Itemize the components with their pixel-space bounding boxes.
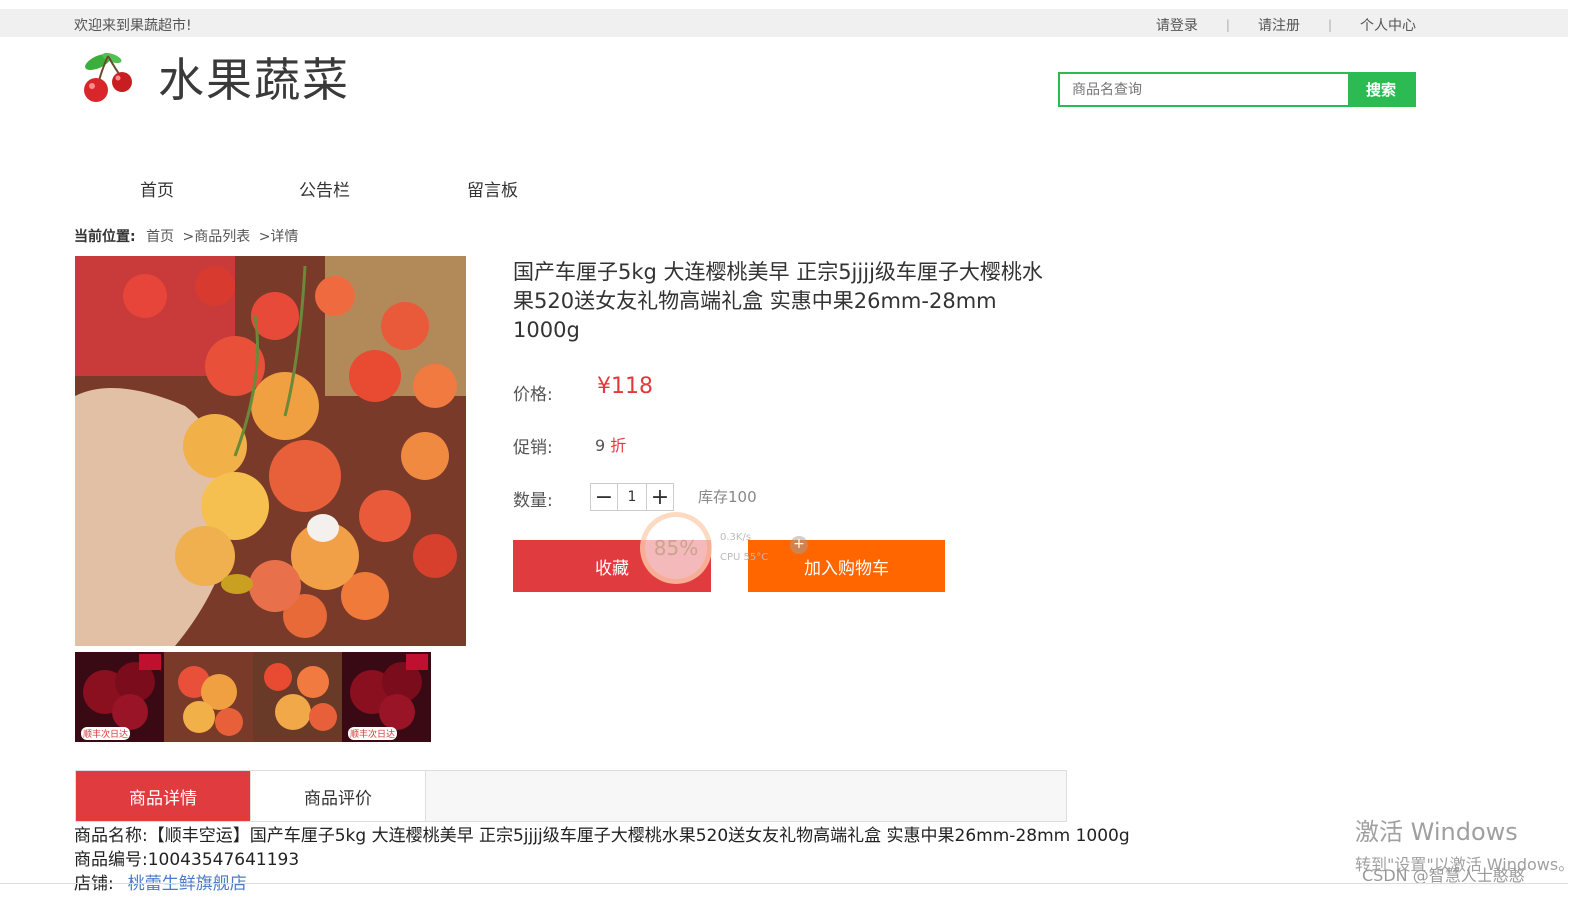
cpu-percent: 85%	[640, 512, 712, 584]
delivery-tag: 顺丰次日达	[81, 727, 131, 740]
separator: |	[1225, 18, 1230, 32]
detail-shop-link[interactable]: 桃蕾生鲜旗舰店	[128, 874, 247, 894]
login-link[interactable]: 请登录	[1156, 15, 1198, 35]
divider	[0, 883, 1568, 884]
promo-value: 9 折	[595, 432, 626, 456]
product-title: 国产车厘子5kg 大连樱桃美早 正宗5jjjj级车厘子大樱桃水果520送女友礼物…	[513, 260, 1043, 342]
cpu-temp: CPU 55°C	[720, 552, 769, 563]
price-label: 价格:	[513, 385, 553, 405]
thumbnail[interactable]: 顺丰次日达	[342, 652, 431, 742]
detail-name-value: 【顺丰空运】国产车厘子5kg 大连樱桃美早 正宗5jjjj级车厘子大樱桃水果52…	[147, 826, 1130, 846]
detail-code-value: 10043547641193	[147, 850, 300, 870]
search-bar: 搜索	[1058, 72, 1416, 107]
promo-unit: 折	[610, 436, 627, 455]
nav-item-guestbook[interactable]: 留言板	[467, 176, 518, 201]
quantity-label: 数量:	[513, 491, 553, 511]
promo-label: 促销:	[513, 438, 553, 458]
cherry-thumb-icon	[253, 652, 342, 742]
nav-item-notice[interactable]: 公告栏	[299, 176, 350, 201]
detail-shop-row: 店铺: 桃蕾生鲜旗舰店	[74, 872, 1130, 896]
cpu-monitor-widget[interactable]: 85% 0.3K/s CPU 55°C +	[640, 512, 820, 584]
breadcrumb-current: >详情	[258, 229, 299, 245]
search-input[interactable]	[1060, 74, 1348, 105]
cherry-logo-icon	[84, 52, 132, 102]
welcome-text: 欢迎来到果蔬超市!	[74, 18, 192, 34]
detail-code-label: 商品编号:	[74, 850, 148, 870]
qty-value[interactable]: 1	[618, 483, 646, 511]
register-link[interactable]: 请注册	[1258, 15, 1300, 35]
thumbnail[interactable]	[253, 652, 342, 742]
breadcrumb: 当前位置: 首页 >商品列表 >详情	[74, 226, 298, 246]
qty-minus-button[interactable]: −	[590, 483, 618, 511]
detail-code-row: 商品编号:10043547641193	[74, 848, 1130, 872]
price-value: ¥118	[597, 374, 653, 399]
personal-center-link[interactable]: 个人中心	[1360, 15, 1416, 35]
cherry-thumb-icon	[164, 652, 253, 742]
separator: |	[1327, 18, 1332, 32]
thumbnail[interactable]	[164, 652, 253, 742]
detail-name-row: 商品名称:【顺丰空运】国产车厘子5kg 大连樱桃美早 正宗5jjjj级车厘子大樱…	[74, 824, 1130, 848]
tab-product-detail[interactable]: 商品详情	[76, 771, 251, 821]
quantity-stepper: − 1 +	[590, 483, 674, 511]
search-button[interactable]: 搜索	[1348, 74, 1414, 105]
cherries-image-icon	[75, 256, 466, 646]
delivery-tag: 顺丰次日达	[348, 727, 398, 740]
detail-name-label: 商品名称:	[74, 826, 148, 846]
breadcrumb-label: 当前位置:	[74, 229, 136, 245]
detail-shop-label: 店铺:	[74, 874, 114, 894]
thumbnail[interactable]: 顺丰次日达	[75, 652, 164, 742]
product-main-image	[75, 256, 466, 646]
product-details: 商品名称:【顺丰空运】国产车厘子5kg 大连樱桃美早 正宗5jjjj级车厘子大樱…	[74, 824, 1130, 896]
top-bar: 欢迎来到果蔬超市! 请登录 | 请注册 | 个人中心	[0, 9, 1568, 37]
tab-product-reviews[interactable]: 商品评价	[251, 771, 426, 821]
stock-text: 库存100	[698, 488, 757, 506]
breadcrumb-home[interactable]: 首页	[146, 229, 174, 245]
watermark-line1: 激活 Windows	[1355, 818, 1518, 846]
top-links: 请登录 | 请注册 | 个人中心	[1156, 15, 1416, 35]
thumbnail-strip: 顺丰次日达 顺丰次日达	[75, 652, 431, 742]
detail-tabs: 商品详情 商品评价	[75, 770, 1067, 822]
expand-icon[interactable]: +	[790, 536, 808, 554]
qty-plus-button[interactable]: +	[646, 483, 674, 511]
logo-text: 水果蔬菜	[158, 53, 350, 107]
promo-number: 9	[595, 436, 606, 455]
breadcrumb-list[interactable]: >商品列表	[183, 229, 251, 245]
net-speed: 0.3K/s	[720, 532, 752, 543]
cpu-info: 0.3K/s CPU 55°C	[720, 528, 768, 568]
site-logo[interactable]: 水果蔬菜	[78, 44, 438, 114]
nav-item-home[interactable]: 首页	[140, 176, 174, 201]
